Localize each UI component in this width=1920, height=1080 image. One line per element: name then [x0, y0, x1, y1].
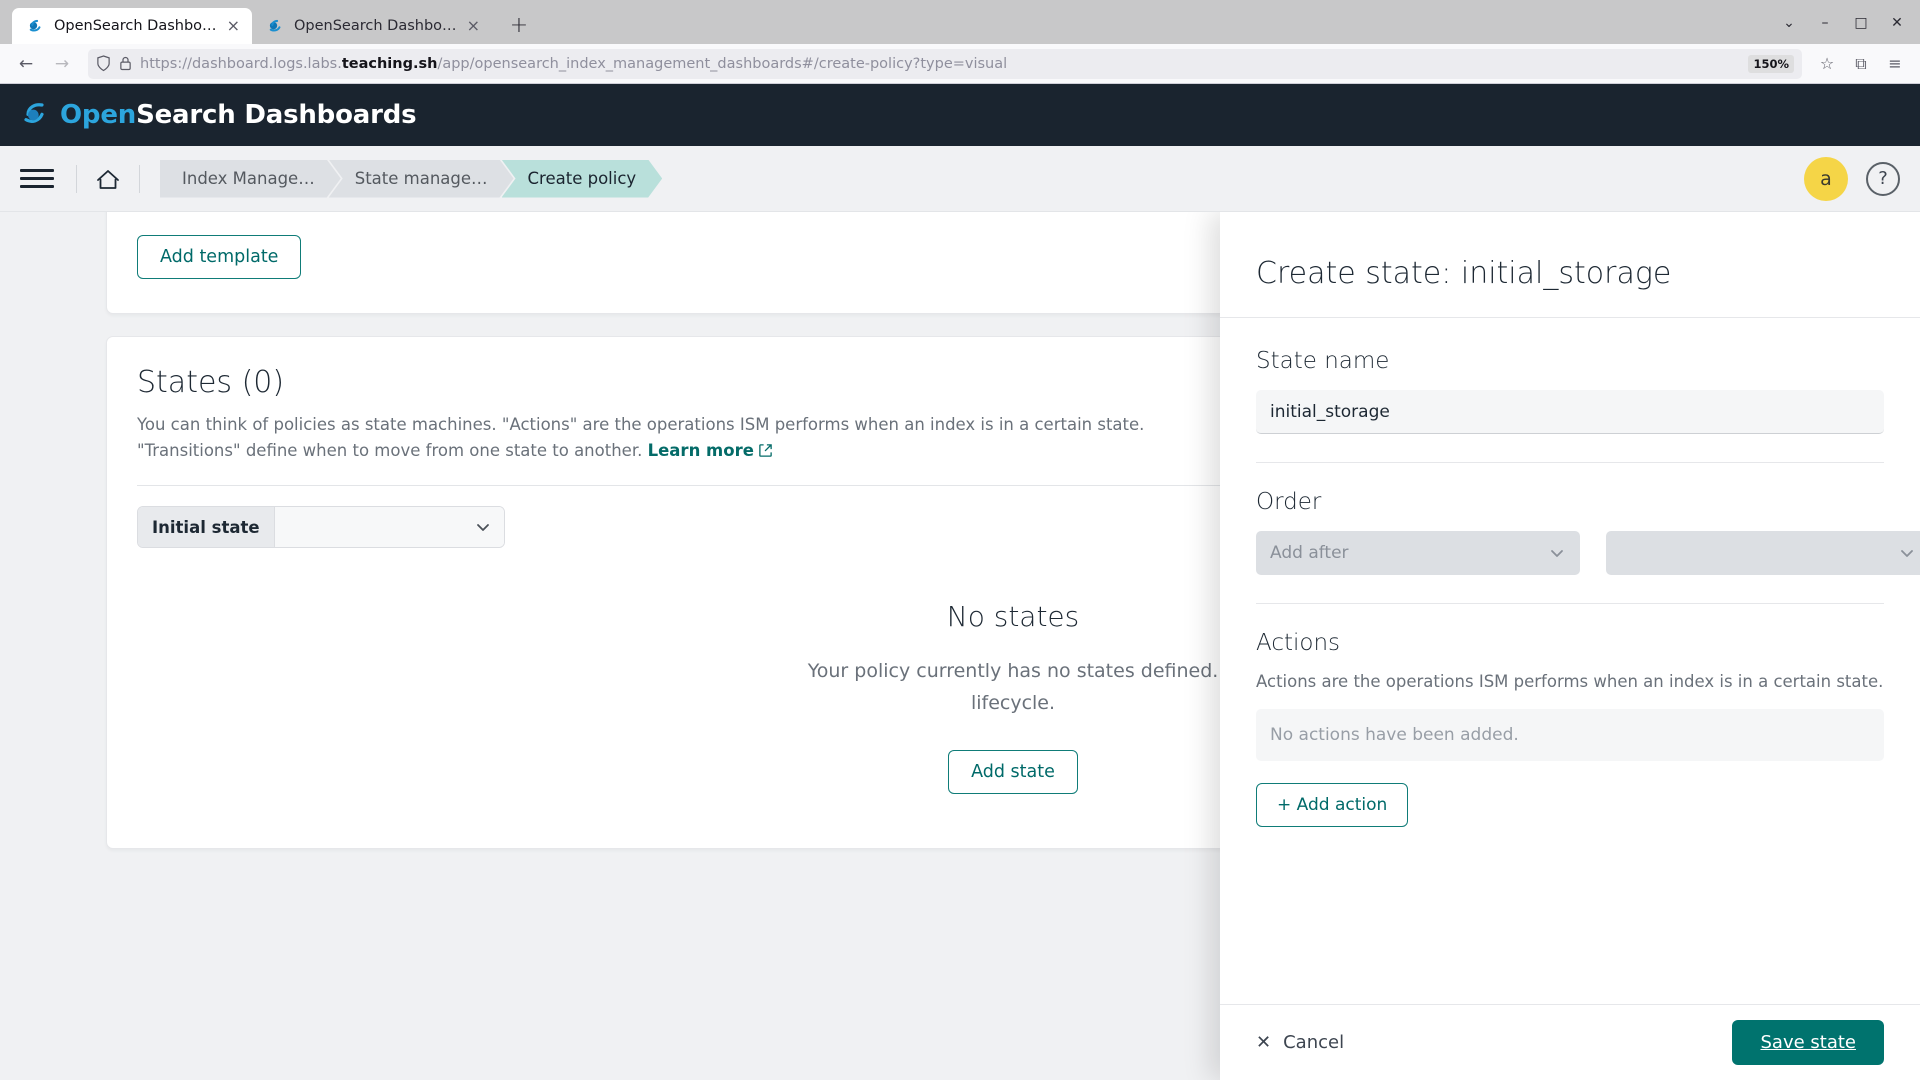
help-icon[interactable]: ? [1866, 162, 1900, 196]
browser-tab-1[interactable]: OpenSearch Dashboards × [12, 8, 252, 44]
lock-icon [119, 55, 132, 72]
opensearch-logo-icon [20, 99, 52, 131]
left-gutter [0, 212, 10, 1080]
back-icon[interactable]: ← [10, 49, 42, 79]
states-description: You can think of policies as state machi… [137, 412, 1187, 463]
page-body: Add template States (0) You can think of… [0, 212, 1920, 1080]
learn-more-label: Learn more [648, 441, 754, 460]
actions-label: Actions [1256, 630, 1884, 656]
browser-tab-2[interactable]: OpenSearch Dashboards × [252, 8, 492, 44]
logo-rest-text: Search Dashboards [136, 100, 416, 130]
order-target-select[interactable] [1606, 531, 1920, 575]
state-name-label: State name [1256, 348, 1884, 374]
opensearch-favicon [26, 17, 45, 36]
actions-description: Actions are the operations ISM performs … [1256, 672, 1884, 691]
initial-state-label: Initial state [138, 507, 275, 547]
browser-tab-2-close-icon[interactable]: × [467, 18, 480, 34]
opensearch-app: OpenSearch Dashboards Index Manage… Stat… [0, 84, 1920, 1080]
cancel-label: Cancel [1283, 1032, 1344, 1053]
breadcrumb-item-create-policy[interactable]: Create policy [502, 160, 663, 198]
external-link-icon [758, 443, 773, 458]
url-bar[interactable]: https://dashboard.logs.labs.teaching.sh/… [88, 49, 1802, 79]
save-state-button[interactable]: Save state [1732, 1020, 1884, 1065]
zoom-level-badge[interactable]: 150% [1748, 55, 1794, 73]
breadcrumb-item-state-management[interactable]: State manage… [329, 160, 514, 198]
order-add-after-placeholder: Add after [1270, 543, 1349, 563]
minimize-icon[interactable]: – [1808, 8, 1842, 38]
window-controls: ⌄ – □ ✕ [1772, 8, 1914, 38]
navbar-divider-2 [139, 165, 140, 193]
browser-tab-1-close-icon[interactable]: × [227, 18, 240, 34]
browser-tab-2-title: OpenSearch Dashboards [294, 18, 458, 34]
url-scheme: https://dashboard.logs.labs. [140, 56, 342, 72]
close-icon: ✕ [1256, 1032, 1271, 1053]
navbar-right: a ? [1804, 157, 1900, 201]
url-path: /app/opensearch_index_management_dashboa… [437, 56, 1007, 72]
add-state-button[interactable]: Add state [948, 750, 1078, 794]
url-text: https://dashboard.logs.labs.teaching.sh/… [140, 56, 1007, 72]
cancel-button[interactable]: ✕ Cancel [1256, 1032, 1344, 1053]
tab-list-icon[interactable]: ⌄ [1772, 8, 1806, 38]
breadcrumb: Index Manage… State manage… Create polic… [160, 160, 650, 198]
url-domain: teaching.sh [342, 56, 438, 72]
logo-open-text: Open [60, 100, 136, 130]
chevron-down-icon [1548, 544, 1566, 562]
app-header: OpenSearch Dashboards [0, 84, 1920, 146]
chevron-down-icon [1898, 544, 1916, 562]
initial-state-select[interactable] [275, 507, 504, 547]
bookmark-icon[interactable]: ☆ [1812, 49, 1842, 79]
shield-icon [96, 55, 111, 72]
opensearch-favicon [266, 17, 285, 36]
opensearch-logo[interactable]: OpenSearch Dashboards [20, 99, 416, 131]
avatar[interactable]: a [1804, 157, 1848, 201]
flyout-footer: ✕ Cancel Save state [1220, 1004, 1920, 1080]
new-tab-button[interactable]: + [502, 8, 536, 42]
navbar-divider-1 [76, 165, 77, 193]
home-icon[interactable] [91, 167, 125, 191]
flyout-title: Create state: initial_storage [1256, 256, 1884, 291]
maximize-icon[interactable]: □ [1844, 8, 1878, 38]
browser-navbar: ← → https://dashboard.logs.labs.teaching… [0, 44, 1920, 84]
browser-tab-1-title: OpenSearch Dashboards [54, 18, 218, 34]
create-state-flyout: Create state: initial_storage State name… [1220, 212, 1920, 1080]
learn-more-link[interactable]: Learn more [648, 441, 773, 460]
hamburger-menu-icon[interactable] [20, 169, 54, 188]
close-window-icon[interactable]: ✕ [1880, 8, 1914, 38]
initial-state-field[interactable]: Initial state [137, 506, 505, 548]
states-desc-line1: You can think of policies as state machi… [137, 415, 1144, 434]
order-label: Order [1256, 489, 1884, 515]
order-row: Add after [1256, 531, 1884, 575]
empty-state-line1: Your policy currently has no states defi… [808, 660, 1219, 682]
extensions-icon[interactable]: ⧉ [1846, 49, 1876, 79]
opensearch-logo-text: OpenSearch Dashboards [60, 100, 416, 130]
order-add-after-select[interactable]: Add after [1256, 531, 1580, 575]
add-template-button[interactable]: Add template [137, 235, 301, 279]
chevron-down-icon [474, 518, 492, 536]
state-name-input[interactable] [1256, 390, 1884, 434]
flyout-body: State name Order Add after [1220, 318, 1920, 1004]
browser-window: OpenSearch Dashboards × OpenSearch Dashb… [0, 0, 1920, 1080]
breadcrumb-item-index-management[interactable]: Index Manage… [160, 160, 341, 198]
states-desc-line2: "Transitions" define when to move from o… [137, 441, 642, 460]
no-actions-message: No actions have been added. [1256, 709, 1884, 761]
empty-state-line2: lifecycle. [971, 692, 1055, 714]
browser-tabstrip: OpenSearch Dashboards × OpenSearch Dashb… [0, 0, 1920, 44]
flyout-divider-1 [1256, 462, 1884, 463]
add-action-button[interactable]: + Add action [1256, 783, 1408, 827]
forward-icon[interactable]: → [46, 49, 78, 79]
flyout-header: Create state: initial_storage [1220, 212, 1920, 318]
app-navbar: Index Manage… State manage… Create polic… [0, 146, 1920, 212]
browser-menu-icon[interactable]: ≡ [1880, 49, 1910, 79]
flyout-divider-2 [1256, 603, 1884, 604]
